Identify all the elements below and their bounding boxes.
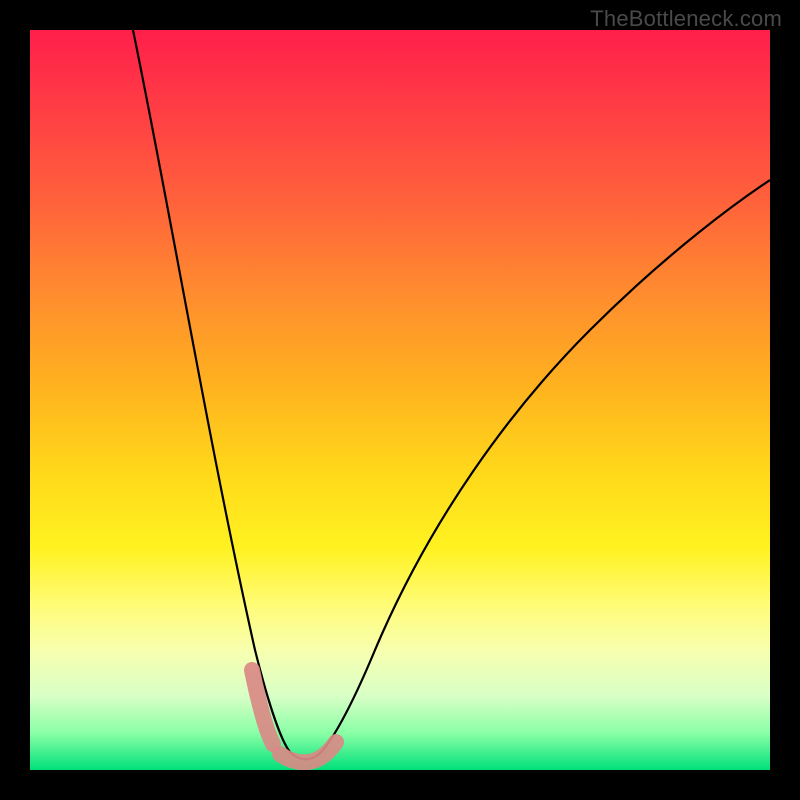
chart-svg (30, 30, 770, 770)
outer-frame: TheBottleneck.com (0, 0, 800, 800)
bottleneck-curve (133, 30, 770, 759)
highlight-bottom-segment (280, 742, 336, 762)
plot-area (30, 30, 770, 770)
watermark-text: TheBottleneck.com (590, 6, 782, 32)
